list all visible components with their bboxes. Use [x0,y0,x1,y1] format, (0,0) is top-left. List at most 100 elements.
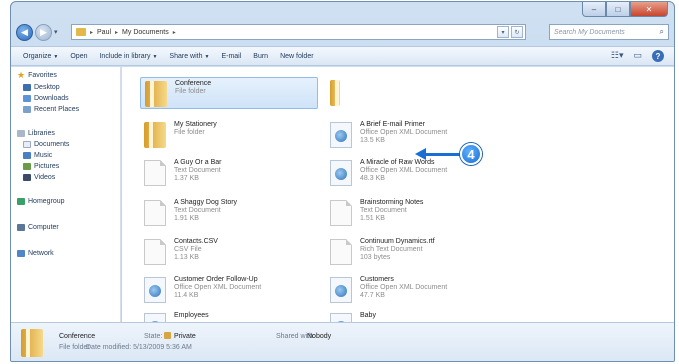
search-input[interactable]: Search My Documents ⌕ [549,24,669,40]
file-size: 11.4 KB [174,292,199,299]
minimize-button[interactable]: – [582,2,606,17]
file-item-customers[interactable]: Customers Office Open XML Document 47.7 KB [326,274,504,306]
breadcrumb-my-documents[interactable]: My Documents [122,29,169,36]
file-item-continuum-dynamics[interactable]: Continuum Dynamics.rtf Rich Text Document… [326,236,504,268]
new-folder-label: New folder [280,52,314,60]
nav-network-label: Network [28,250,54,257]
nav-videos-label: Videos [34,174,56,181]
music-icon [23,152,31,159]
help-icon[interactable]: ? [652,50,664,62]
recent-pages-dropdown-icon[interactable]: ▾ [54,28,58,36]
search-placeholder: Search My Documents [554,28,625,36]
breadcrumb-paul[interactable]: Paul [97,29,111,36]
nav-videos[interactable]: Videos [23,174,55,181]
file-item-baby[interactable]: Baby [326,310,504,322]
nav-computer[interactable]: Computer [17,224,59,231]
close-button[interactable]: ✕ [630,2,668,17]
nav-documents[interactable]: Documents [23,141,69,148]
back-button[interactable]: ◀ [16,23,33,41]
file-name: Contacts.CSV [174,238,218,245]
nav-downloads-label: Downloads [34,95,69,102]
window-controls: – □ ✕ [582,2,668,18]
file-name: Customers [360,276,394,283]
network-icon [17,250,25,257]
share-with-button[interactable]: Share with ▼ [169,53,209,60]
search-icon[interactable]: ⌕ [660,27,664,37]
address-bar[interactable]: ▸ Paul ▸ My Documents ▸ ▾ ↻ [71,24,526,40]
nav-documents-label: Documents [34,141,70,148]
command-bar: Organize ▼ Open Include in library ▼ Share… [11,46,674,66]
address-dropdown-icon[interactable]: ▾ [497,26,509,38]
details-state-label: State: [144,333,163,340]
nav-network[interactable]: Network [17,250,54,257]
word-document-icon [144,277,166,303]
address-row: ◀ ▶ ▾ ▸ Paul ▸ My Documents ▸ ▾ ↻ Search… [11,20,674,44]
file-item-a-shaggy-dog-story[interactable]: A Shaggy Dog Story Text Document 1.91 KB [140,197,318,229]
file-type: File folder [174,129,205,136]
nav-music[interactable]: Music [23,152,52,159]
new-folder-button[interactable]: New folder [280,53,313,60]
file-item-contacts-csv[interactable]: Contacts.CSV CSV File 1.13 KB [140,236,318,268]
file-size: 1.91 KB [174,215,199,222]
details-state-value: Private [174,333,196,340]
change-view-icon[interactable]: ☷▾ [611,50,624,62]
file-type: Text Document [174,167,221,174]
include-in-library-button[interactable]: Include in library ▼ [99,53,157,60]
rich-text-document-icon [330,239,352,265]
navigation-pane: ★ Favorites Desktop Downloads Recent Plac… [11,67,121,322]
nav-recent-places[interactable]: Recent Places [23,106,79,113]
nav-libraries-label: Libraries [28,130,55,137]
file-item-my-stationery[interactable]: My Stationery File folder [140,119,318,151]
open-button[interactable]: Open [70,53,87,60]
file-size: 47.7 KB [360,292,385,299]
email-button[interactable]: E-mail [221,53,241,60]
chevron-right-icon[interactable]: ▸ [173,29,176,36]
nav-desktop[interactable]: Desktop [23,84,60,91]
refresh-icon[interactable]: ↻ [511,26,523,38]
file-type: Office Open XML Document [360,167,448,174]
recent-places-icon [23,106,31,113]
file-type: CSV File [174,246,202,253]
file-name: A Miracle of Raw Words [360,159,435,166]
videos-icon [23,174,31,181]
file-type: Text Document [360,207,407,214]
organize-button[interactable]: Organize ▼ [23,53,58,60]
folder-icon [330,80,340,106]
details-name: Conference [59,333,96,340]
share-label: Share with [169,52,203,60]
computer-icon [17,224,25,231]
file-item-employees[interactable]: Employees [140,310,318,322]
file-item-customer-order-follow-up[interactable]: Customer Order Follow-Up Office Open XML … [140,274,318,306]
file-type: Rich Text Document [360,246,423,253]
preview-pane-icon[interactable]: ▭ [633,50,642,62]
nav-favorites[interactable]: ★ Favorites [17,71,57,80]
downloads-icon [23,95,31,102]
file-item-folder-partial[interactable] [326,77,366,109]
nav-homegroup[interactable]: Homegroup [17,198,65,205]
file-item-a-guy-or-a-bar[interactable]: A Guy Or a Bar Text Document 1.37 KB [140,157,318,189]
details-modified: Date modified: 5/13/2009 5:36 AM [86,344,192,351]
open-label: Open [70,52,88,60]
nav-downloads[interactable]: Downloads [23,95,69,102]
details-shared-value: Nobody [307,333,332,340]
nav-recent-label: Recent Places [34,106,80,113]
chevron-right-icon[interactable]: ▸ [90,29,93,36]
chevron-right-icon[interactable]: ▸ [115,29,118,36]
burn-label: Burn [253,52,269,60]
file-item-brainstorming-notes[interactable]: Brainstorming Notes Text Document 1.51 KB [326,197,504,229]
file-list: Conference File folder My Stationery File … [122,67,674,322]
file-name: Brainstorming Notes [360,199,424,206]
csv-file-icon [144,239,166,265]
nav-pictures[interactable]: Pictures [23,163,59,170]
view-controls: ☷▾ ▭ ? [611,50,664,62]
documents-icon [23,141,31,148]
forward-button[interactable]: ▶ [35,23,52,41]
burn-button[interactable]: Burn [253,53,268,60]
nav-music-label: Music [34,152,53,159]
nav-libraries[interactable]: Libraries [17,130,55,137]
nav-computer-label: Computer [28,224,59,231]
libraries-icon [17,130,25,137]
maximize-button[interactable]: □ [606,2,630,17]
file-item-conference[interactable]: Conference File folder [140,77,318,109]
file-type: Office Open XML Document [360,284,448,291]
